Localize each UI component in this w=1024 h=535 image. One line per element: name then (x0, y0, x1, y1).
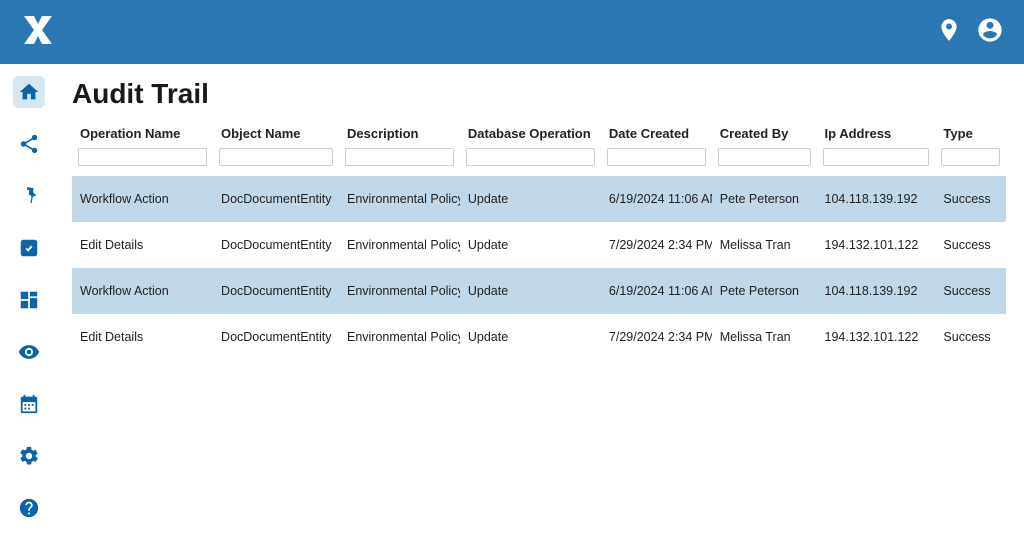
sidebar-nav (0, 64, 58, 535)
cell-type: Success (935, 176, 1006, 222)
app-header (0, 0, 1024, 64)
eye-icon (18, 341, 40, 363)
cell-ip-address: 194.132.101.122 (817, 222, 936, 268)
dashboard-icon (18, 289, 40, 311)
cell-operation-name: Workflow Action (72, 176, 213, 222)
sidebar-item-pin[interactable] (13, 180, 45, 212)
cell-ip-address: 104.118.139.192 (817, 176, 936, 222)
cell-operation-name: Workflow Action (72, 268, 213, 314)
cell-database-operation: Update (460, 268, 601, 314)
cell-created-by: Pete Peterson (712, 176, 817, 222)
sidebar-item-share[interactable] (13, 128, 45, 160)
col-header-database-operation[interactable]: Database Operation (460, 120, 601, 145)
filter-type[interactable] (941, 148, 1000, 166)
settings-icon (18, 445, 40, 467)
table-body: Workflow Action DocDocumentEntity Enviro… (72, 176, 1006, 360)
cell-date-created: 7/29/2024 2:34 PM (601, 314, 712, 360)
cell-description: Environmental Policy (339, 176, 460, 222)
table-filter-row (72, 145, 1006, 176)
share-icon (18, 133, 40, 155)
cell-ip-address: 194.132.101.122 (817, 314, 936, 360)
col-header-operation-name[interactable]: Operation Name (72, 120, 213, 145)
sidebar-item-help[interactable] (13, 492, 45, 524)
filter-date-created[interactable] (607, 148, 706, 166)
table-row[interactable]: Edit Details DocDocumentEntity Environme… (72, 222, 1006, 268)
cell-date-created: 7/29/2024 2:34 PM (601, 222, 712, 268)
table-header-row: Operation Name Object Name Description D… (72, 120, 1006, 145)
cell-created-by: Melissa Tran (712, 222, 817, 268)
cell-type: Success (935, 222, 1006, 268)
cell-object-name: DocDocumentEntity (213, 268, 339, 314)
table-row[interactable]: Workflow Action DocDocumentEntity Enviro… (72, 176, 1006, 222)
cell-date-created: 6/19/2024 11:06 AM (601, 176, 712, 222)
cell-database-operation: Update (460, 314, 601, 360)
cell-date-created: 6/19/2024 11:06 AM (601, 268, 712, 314)
content-area: Audit Trail Operation Name Object Name D… (58, 64, 1024, 535)
page-title: Audit Trail (72, 78, 1006, 110)
filter-database-operation[interactable] (466, 148, 595, 166)
col-header-type[interactable]: Type (935, 120, 1006, 145)
filter-object-name[interactable] (219, 148, 333, 166)
sidebar-item-settings[interactable] (13, 440, 45, 472)
header-actions (936, 16, 1004, 49)
audit-table: Operation Name Object Name Description D… (72, 120, 1006, 360)
sidebar-item-eye[interactable] (13, 336, 45, 368)
table-row[interactable]: Edit Details DocDocumentEntity Environme… (72, 314, 1006, 360)
filter-ip-address[interactable] (823, 148, 930, 166)
logo-icon (20, 12, 56, 48)
cell-description: Environmental Policy (339, 268, 460, 314)
col-header-object-name[interactable]: Object Name (213, 120, 339, 145)
cell-created-by: Pete Peterson (712, 268, 817, 314)
sidebar-item-check[interactable] (13, 232, 45, 264)
cell-object-name: DocDocumentEntity (213, 176, 339, 222)
table-row[interactable]: Workflow Action DocDocumentEntity Enviro… (72, 268, 1006, 314)
main-area: Audit Trail Operation Name Object Name D… (0, 64, 1024, 535)
filter-description[interactable] (345, 148, 454, 166)
help-icon (18, 497, 40, 519)
cell-object-name: DocDocumentEntity (213, 222, 339, 268)
cell-type: Success (935, 268, 1006, 314)
cell-ip-address: 104.118.139.192 (817, 268, 936, 314)
filter-operation-name[interactable] (78, 148, 207, 166)
filter-created-by[interactable] (718, 148, 811, 166)
location-icon[interactable] (936, 17, 962, 48)
calendar-icon (18, 393, 40, 415)
cell-created-by: Melissa Tran (712, 314, 817, 360)
app-logo (20, 12, 56, 53)
cell-operation-name: Edit Details (72, 222, 213, 268)
account-icon[interactable] (976, 16, 1004, 49)
sidebar-item-home[interactable] (13, 76, 45, 108)
cell-object-name: DocDocumentEntity (213, 314, 339, 360)
sidebar-item-dashboard[interactable] (13, 284, 45, 316)
col-header-created-by[interactable]: Created By (712, 120, 817, 145)
home-icon (18, 81, 40, 103)
cell-operation-name: Edit Details (72, 314, 213, 360)
cell-type: Success (935, 314, 1006, 360)
sidebar-item-calendar[interactable] (13, 388, 45, 420)
cell-database-operation: Update (460, 222, 601, 268)
cell-database-operation: Update (460, 176, 601, 222)
col-header-date-created[interactable]: Date Created (601, 120, 712, 145)
check-icon (18, 237, 40, 259)
cell-description: Environmental Policy (339, 314, 460, 360)
col-header-description[interactable]: Description (339, 120, 460, 145)
pin-icon (18, 185, 40, 207)
cell-description: Environmental Policy (339, 222, 460, 268)
col-header-ip-address[interactable]: Ip Address (817, 120, 936, 145)
